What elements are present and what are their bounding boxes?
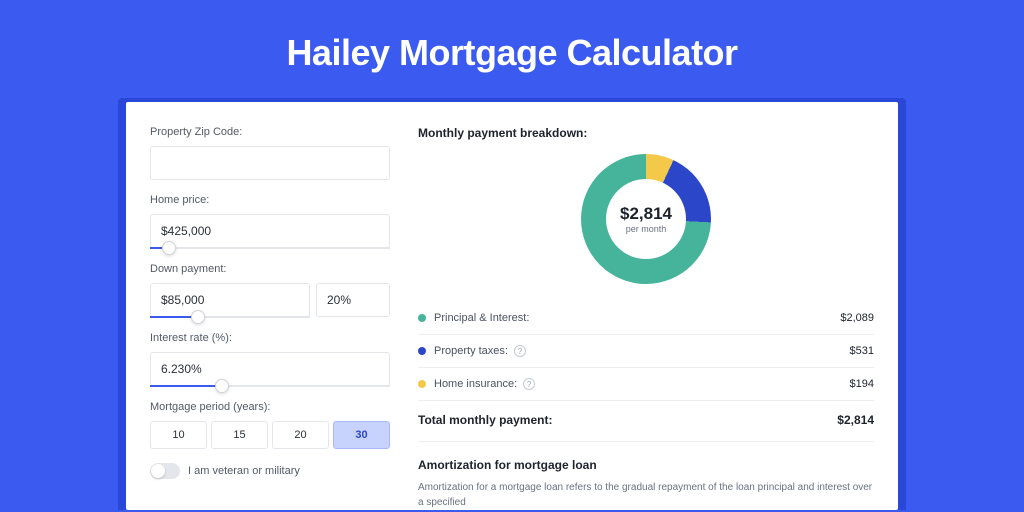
donut-chart-wrap: $2,814 per month bbox=[418, 154, 874, 284]
slider-thumb[interactable] bbox=[162, 241, 176, 255]
home-price-field: Home price: bbox=[150, 194, 390, 249]
donut-center: $2,814 per month bbox=[606, 179, 686, 259]
veteran-toggle[interactable] bbox=[150, 463, 180, 479]
total-line: Total monthly payment: $2,814 bbox=[418, 401, 874, 441]
dot-icon bbox=[418, 380, 426, 388]
down-payment-pct-input[interactable] bbox=[316, 283, 390, 317]
zip-label: Property Zip Code: bbox=[150, 126, 390, 138]
down-payment-field: Down payment: bbox=[150, 263, 390, 318]
card-shadow: Property Zip Code: Home price: Down paym… bbox=[118, 98, 906, 510]
line-label: Property taxes: ? bbox=[434, 345, 850, 357]
interest-rate-slider[interactable] bbox=[150, 385, 390, 387]
help-icon[interactable]: ? bbox=[523, 378, 535, 390]
total-label: Total monthly payment: bbox=[418, 413, 552, 427]
period-option-30[interactable]: 30 bbox=[333, 421, 390, 449]
veteran-row: I am veteran or military bbox=[150, 463, 390, 479]
interest-rate-input[interactable] bbox=[150, 352, 390, 386]
line-principal-interest: Principal & Interest: $2,089 bbox=[418, 302, 874, 335]
slider-thumb[interactable] bbox=[191, 310, 205, 324]
line-value: $194 bbox=[850, 378, 874, 390]
period-options: 10 15 20 30 bbox=[150, 421, 390, 449]
donut-amount: $2,814 bbox=[620, 204, 672, 224]
zip-field: Property Zip Code: bbox=[150, 126, 390, 180]
home-price-slider[interactable] bbox=[150, 247, 390, 249]
interest-rate-field: Interest rate (%): bbox=[150, 332, 390, 387]
dot-icon bbox=[418, 314, 426, 322]
calculator-card: Property Zip Code: Home price: Down paym… bbox=[126, 102, 898, 510]
period-label: Mortgage period (years): bbox=[150, 401, 390, 413]
form-column: Property Zip Code: Home price: Down paym… bbox=[150, 126, 390, 510]
line-value: $531 bbox=[850, 345, 874, 357]
donut-chart: $2,814 per month bbox=[581, 154, 711, 284]
amortization-title: Amortization for mortgage loan bbox=[418, 441, 874, 480]
amortization-body: Amortization for a mortgage loan refers … bbox=[418, 480, 874, 510]
help-icon[interactable]: ? bbox=[514, 345, 526, 357]
donut-sub: per month bbox=[626, 224, 667, 234]
breakdown-column: Monthly payment breakdown: $2,814 per mo… bbox=[418, 126, 874, 510]
zip-input[interactable] bbox=[150, 146, 390, 180]
line-label: Home insurance: ? bbox=[434, 378, 850, 390]
line-property-taxes: Property taxes: ? $531 bbox=[418, 335, 874, 368]
breakdown-title: Monthly payment breakdown: bbox=[418, 126, 874, 140]
interest-rate-label: Interest rate (%): bbox=[150, 332, 390, 344]
dot-icon bbox=[418, 347, 426, 355]
period-option-20[interactable]: 20 bbox=[272, 421, 329, 449]
down-payment-label: Down payment: bbox=[150, 263, 390, 275]
period-field: Mortgage period (years): 10 15 20 30 bbox=[150, 401, 390, 449]
period-option-10[interactable]: 10 bbox=[150, 421, 207, 449]
down-payment-slider[interactable] bbox=[150, 316, 310, 318]
line-home-insurance: Home insurance: ? $194 bbox=[418, 368, 874, 401]
total-value: $2,814 bbox=[837, 413, 874, 427]
down-payment-amount-input[interactable] bbox=[150, 283, 310, 317]
line-value: $2,089 bbox=[840, 312, 874, 324]
home-price-input[interactable] bbox=[150, 214, 390, 248]
veteran-label: I am veteran or military bbox=[188, 465, 300, 477]
slider-thumb[interactable] bbox=[215, 379, 229, 393]
line-label: Principal & Interest: bbox=[434, 312, 840, 324]
home-price-label: Home price: bbox=[150, 194, 390, 206]
page-title: Hailey Mortgage Calculator bbox=[0, 0, 1024, 98]
period-option-15[interactable]: 15 bbox=[211, 421, 268, 449]
